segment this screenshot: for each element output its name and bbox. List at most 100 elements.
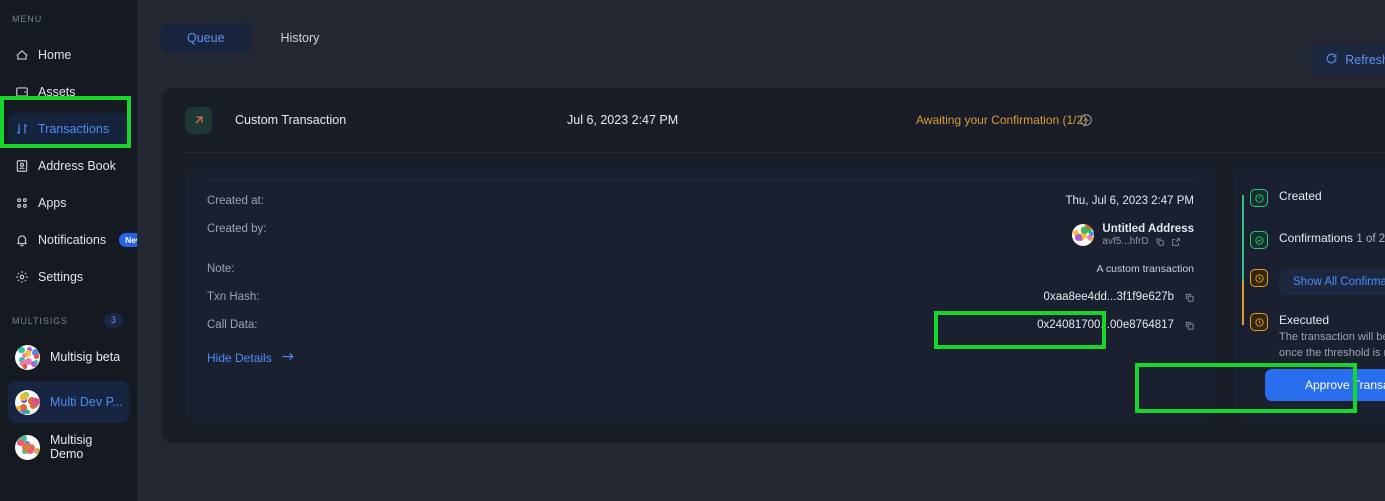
copy-icon[interactable] (1155, 237, 1165, 247)
detail-label: Call Data: (207, 319, 258, 331)
multisigs-section-header: MULTISIGS 3 (0, 313, 137, 328)
home-icon (14, 48, 29, 63)
creator-address-row: avf5...hfrD (1102, 236, 1194, 247)
multisig-item-label: Multisig Demo (50, 433, 93, 461)
sidebar-item-assets[interactable]: Assets (8, 76, 129, 108)
detail-label: Created by: (207, 223, 267, 235)
timeline-connector (1242, 195, 1244, 237)
clock-icon (1250, 313, 1268, 331)
creator-name: Untitled Address (1102, 223, 1194, 235)
call-data-row: 0x24081700...00e8764817 (1037, 319, 1194, 331)
creator-address: avf5...hfrD (1102, 236, 1149, 247)
sidebar-item-label: Apps (38, 196, 67, 210)
multisig-item-label: Multi Dev P... (50, 395, 123, 409)
detail-note: Note: A custom transaction (207, 263, 1194, 275)
tab-queue[interactable]: Queue (161, 23, 251, 53)
arrow-right-icon (281, 351, 295, 365)
transaction-body: Created at: Thu, Jul 6, 2023 2:47 PM Cre… (161, 153, 1385, 419)
sidebar-item-transactions[interactable]: Transactions (8, 113, 129, 145)
address-book-icon (14, 159, 29, 174)
hide-details-link[interactable]: Hide Details (207, 351, 295, 365)
check-circle-icon (1250, 231, 1268, 249)
sidebar-item-label: Notifications (38, 233, 107, 247)
confirmations-value: 1 of 2 (1356, 233, 1385, 245)
detail-value: 0x24081700...00e8764817 (1037, 319, 1174, 331)
timeline-connector (1242, 281, 1244, 325)
bell-icon (14, 233, 29, 248)
executed-block: Executed The transaction will be execute… (1279, 313, 1385, 362)
timeline-step-confirmations: Confirmations 1 of 2 (1250, 231, 1385, 249)
show-all-confirmations-button[interactable]: Show All Confirmations (1279, 269, 1385, 295)
hide-details-label: Hide Details (207, 351, 272, 365)
sidebar-item-label: Address Book (38, 159, 116, 173)
timeline-label: Executed (1279, 313, 1330, 327)
multisigs-count-badge: 3 (103, 313, 123, 328)
multisig-item-demo[interactable]: Multisig Demo (8, 426, 129, 468)
avatar (1072, 224, 1095, 246)
timeline-label: Confirmations 1 of 2 (1279, 231, 1385, 249)
detail-created-at: Created at: Thu, Jul 6, 2023 2:47 PM (207, 195, 1194, 207)
sidebar-item-notifications[interactable]: Notifications New (8, 224, 149, 256)
main-content: Queue History Refresh Custom Transaction… (137, 0, 1385, 501)
gear-icon (14, 270, 29, 285)
refresh-icon (1325, 52, 1338, 68)
arrow-up-right-icon (185, 106, 212, 134)
transaction-title: Custom Transaction (235, 113, 347, 127)
copy-icon[interactable] (1184, 292, 1194, 302)
status-badge: Awaiting your Confirmation (1/2) (916, 113, 1088, 127)
details-panel: Created at: Thu, Jul 6, 2023 2:47 PM Cre… (185, 169, 1216, 419)
avatar (15, 344, 40, 370)
transaction-header[interactable]: Custom Transaction Jul 6, 2023 2:47 PM A… (161, 88, 1385, 152)
timeline-step-executed: Executed The transaction will be execute… (1250, 313, 1385, 362)
detail-label: Txn Hash: (207, 291, 260, 303)
transaction-date: Jul 6, 2023 2:47 PM (567, 113, 679, 127)
details-top-divider (207, 179, 1194, 180)
detail-label: Created at: (207, 195, 264, 207)
refresh-button[interactable]: Refresh (1311, 44, 1385, 76)
sidebar-menu-label: MENU (12, 14, 43, 24)
timeline-panel: Created Confirmations 1 of 2 Show All Co… (1234, 169, 1385, 419)
detail-value: Thu, Jul 6, 2023 2:47 PM (1065, 195, 1195, 207)
chevron-up-circle-icon[interactable] (1079, 113, 1093, 127)
sidebar-item-home[interactable]: Home (8, 39, 129, 71)
transaction-card: Custom Transaction Jul 6, 2023 2:47 PM A… (161, 88, 1385, 443)
confirmations-label: Confirmations (1279, 231, 1354, 245)
sidebar-item-label: Assets (38, 85, 76, 99)
copy-icon[interactable] (1184, 320, 1194, 330)
clock-check-icon (1250, 189, 1268, 207)
application-window: MENU Home Assets Transactions Address Bo… (0, 0, 1385, 501)
apps-icon (14, 196, 29, 211)
avatar (15, 434, 40, 460)
sidebar-item-label: Home (38, 48, 72, 62)
detail-call-data: Call Data: 0x24081700...00e8764817 (207, 319, 1194, 331)
sidebar-item-label: Transactions (38, 122, 110, 136)
sidebar-item-address-book[interactable]: Address Book (8, 150, 129, 182)
tab-history[interactable]: History (255, 23, 346, 53)
tab-list: Queue History (161, 23, 345, 53)
detail-label: Note: (207, 263, 235, 275)
creator-block: Untitled Address avf5...hfrD (1072, 223, 1194, 247)
sidebar-item-label: Settings (38, 270, 84, 284)
multisigs-label: MULTISIGS (12, 315, 68, 326)
avatar (15, 389, 40, 415)
detail-value: 0xaa8ee4dd...3f1f9e627b (1043, 291, 1174, 303)
detail-value: A custom transaction (1096, 263, 1194, 275)
timeline-connector (1242, 237, 1244, 281)
timeline-label: Created (1279, 189, 1322, 203)
transactions-icon (14, 122, 29, 137)
refresh-label: Refresh (1345, 53, 1385, 67)
assets-icon (14, 85, 29, 100)
multisig-item-beta[interactable]: Multisig beta (8, 336, 129, 378)
sidebar-item-apps[interactable]: Apps (8, 187, 129, 219)
creator-text: Untitled Address avf5...hfrD (1102, 223, 1194, 247)
approve-wrap: Approve Transaction (1265, 369, 1385, 401)
sidebar-item-settings[interactable]: Settings (8, 261, 129, 293)
txn-hash-row: 0xaa8ee4dd...3f1f9e627b (1044, 291, 1194, 303)
approve-transaction-button[interactable]: Approve Transaction (1265, 369, 1385, 401)
timeline-step-show-confirmations: Show All Confirmations (1250, 269, 1385, 295)
toolbar: Queue History Refresh (137, 0, 1385, 76)
external-link-icon[interactable] (1171, 237, 1181, 247)
sidebar: MENU Home Assets Transactions Address Bo… (0, 0, 149, 501)
executed-description: The transaction will be executed once th… (1279, 331, 1385, 359)
multisig-item-multi-dev-p[interactable]: Multi Dev P... (8, 381, 129, 423)
